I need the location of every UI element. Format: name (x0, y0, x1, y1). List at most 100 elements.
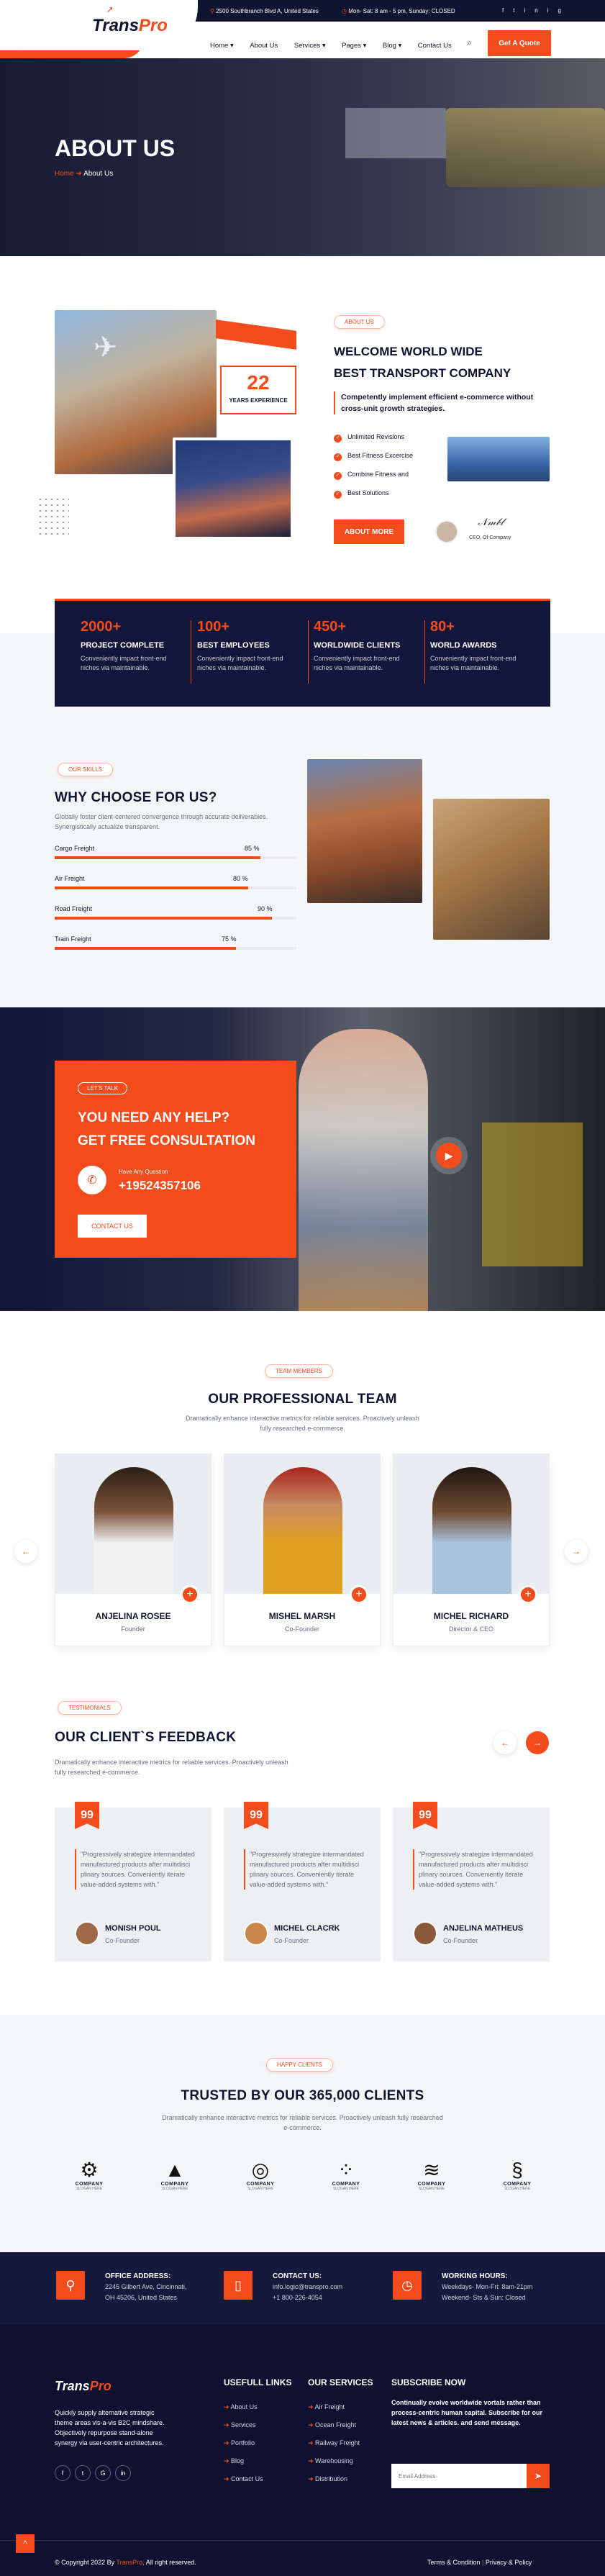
footer-link[interactable]: ➜ Contact Us (224, 2475, 291, 2483)
subscribe-send-button[interactable]: ➤ (527, 2464, 550, 2488)
stat-4: 80+ WORLD AWARDS Conveniently impact fro… (430, 619, 517, 671)
experience-badge: 22 YEARS EXPERIENCE (220, 366, 296, 414)
client-logo: ◎ COMPANY SLOGAN HERE (239, 2159, 282, 2191)
top-hours: ◷ Mon- Sat: 8 am - 5 pm, Sunday: CLOSED (342, 8, 455, 14)
footer-link[interactable]: ➜ Railway Freight (308, 2439, 373, 2447)
team-photo (55, 1454, 211, 1594)
clock-icon: ◷ (342, 8, 349, 14)
legal-links: Terms & Condition | Privacy & Policy (427, 2559, 532, 2566)
pin-icon: ⚲ (210, 8, 217, 14)
footer-logo[interactable]: TransPro (55, 2379, 112, 2394)
team-card[interactable]: + MISHEL MARSH Co-Founder (224, 1453, 381, 1646)
feedback-tag: TESTIMONIALS (58, 1701, 122, 1715)
footer-subscribe: SUBSCRIBE NOW Continually evolve worldwi… (391, 2377, 543, 2426)
footer-link[interactable]: ➜ Services (224, 2421, 291, 2429)
team-photo (224, 1454, 380, 1594)
footer-social: f t Gin (55, 2465, 135, 2481)
consult-tag: LET'S TALK (78, 1082, 128, 1094)
client-logo: ⁘ COMPANY SLOGAN HERE (324, 2159, 368, 2191)
check-icon: ✓ (334, 471, 342, 480)
list-item: ✓ Best Fitness Excercise (334, 446, 413, 465)
footer-link[interactable]: ➜ Blog (224, 2457, 291, 2465)
scroll-top-button[interactable]: ^ (16, 2534, 35, 2553)
nav-blog[interactable]: Blog ▾ (383, 42, 401, 50)
triangle-logo-icon: ▲ (165, 2159, 185, 2181)
carousel-next-button[interactable]: → (565, 1540, 588, 1563)
skill-bar: Train Freight 75 % (55, 935, 299, 966)
facebook-icon[interactable]: f (55, 2465, 70, 2481)
stat-divider (308, 620, 309, 684)
clock-icon: ◷ (393, 2271, 422, 2300)
about-port-photo (173, 437, 294, 540)
breadcrumb: Home ➔ About Us (55, 170, 113, 178)
clients-bg (0, 2015, 605, 2252)
feedback-next-button[interactable]: → (526, 1731, 549, 1754)
feedback-text: Dramatically enhance interactive metrics… (55, 1759, 288, 1776)
client-logo: § COMPANY SLOGAN HERE (496, 2159, 539, 2191)
plus-icon[interactable]: + (519, 1585, 537, 1604)
contact-us-button[interactable]: CONTACT US (78, 1215, 147, 1238)
footer-about: Quickly supply alternative strategic the… (55, 2409, 165, 2446)
feedback-prev-button[interactable]: ← (493, 1731, 517, 1754)
nav-contact[interactable]: Contact Us (418, 42, 452, 50)
check-icon: ✓ (334, 434, 342, 443)
about-more-button[interactable]: ABOUT MORE (334, 520, 404, 544)
about-ship-photo (447, 437, 550, 481)
avatar (75, 1921, 99, 1946)
skill-bar: Air Freight 80 % (55, 875, 299, 905)
ceo-avatar (435, 520, 458, 543)
carousel-prev-button[interactable]: ← (14, 1540, 37, 1563)
testimonial-card: 99 "Progressively strategize intermandat… (224, 1802, 381, 1962)
footer-link[interactable]: ➜ Portfolio (224, 2439, 291, 2447)
nav-services[interactable]: Services ▾ (294, 42, 326, 50)
list-item: ✓ Unlimited Revisions (334, 427, 413, 446)
footer-link[interactable]: ➜ Air Freight (308, 2403, 373, 2411)
twitter-icon[interactable]: t (75, 2465, 91, 2481)
client-logo: ⚙ COMPANY SLOGAN HERE (68, 2159, 111, 2191)
copyright: © Copyright 2022 By TransPro. All right … (55, 2559, 196, 2566)
consult-title: YOU NEED ANY HELP? GET FREE CONSULTATION (78, 1110, 255, 1148)
footer-link[interactable]: ➜ Ocean Freight (308, 2421, 373, 2429)
team-card[interactable]: + MICHEL RICHARD Director & CEO (393, 1453, 550, 1646)
nav-home[interactable]: Home ▾ (210, 42, 234, 50)
linkedin-icon[interactable]: in (524, 7, 547, 14)
footer-link[interactable]: ➜ Distribution (308, 2475, 373, 2483)
breadcrumb-home[interactable]: Home (55, 170, 74, 178)
quote-icon: 99 (413, 1802, 437, 1829)
facebook-icon[interactable]: f (502, 7, 513, 14)
consult-forklift (482, 1123, 583, 1266)
clients-tag: HAPPY CLIENTS (266, 2058, 333, 2072)
testimonial-card: 99 "Progressively strategize intermandat… (55, 1802, 211, 1962)
terms-link[interactable]: Terms & Condition (427, 2559, 481, 2566)
privacy-link[interactable]: Privacy & Policy (486, 2559, 532, 2566)
google-icon[interactable]: G (95, 2465, 111, 2481)
check-icon: ✓ (334, 453, 342, 461)
arrow-icon: ➔ (76, 170, 84, 178)
plus-icon[interactable]: + (350, 1585, 368, 1604)
search-icon[interactable]: ⌕ (467, 37, 472, 48)
play-video-button[interactable]: ▶ (436, 1143, 462, 1169)
footer-link[interactable]: ➜ About Us (224, 2403, 291, 2411)
consult-phone[interactable]: +19524357106 (119, 1179, 201, 1193)
consult-worker (299, 1029, 428, 1311)
hero-truck (446, 108, 605, 187)
nav-pages[interactable]: Pages ▾ (342, 42, 366, 50)
linkedin-icon[interactable]: in (115, 2465, 131, 2481)
get-quote-button[interactable]: Get A Quote (488, 30, 551, 56)
email-field[interactable] (391, 2464, 527, 2488)
team-photo (394, 1454, 549, 1594)
clients-text: Dramatically enhance interactive metrics… (162, 2114, 443, 2131)
stat-divider (424, 620, 425, 684)
team-card[interactable]: + ANJELINA ROSEE Founder (55, 1453, 211, 1646)
instagram-icon[interactable]: ig (547, 7, 570, 14)
twitter-icon[interactable]: t (513, 7, 524, 14)
nav-about[interactable]: About Us (250, 42, 278, 50)
quote-icon: 99 (75, 1802, 99, 1829)
top-social: ftinig (502, 7, 570, 14)
plus-icon[interactable]: + (181, 1585, 199, 1604)
footer-link[interactable]: ➜ Warehousing (308, 2457, 373, 2465)
top-address: ⚲ 2500 Southbranch Blvd A, United States (210, 8, 319, 14)
site-logo[interactable]: TransPro (92, 16, 168, 36)
list-item: ✓ Best Solutions (334, 484, 413, 502)
avatar (244, 1921, 268, 1946)
